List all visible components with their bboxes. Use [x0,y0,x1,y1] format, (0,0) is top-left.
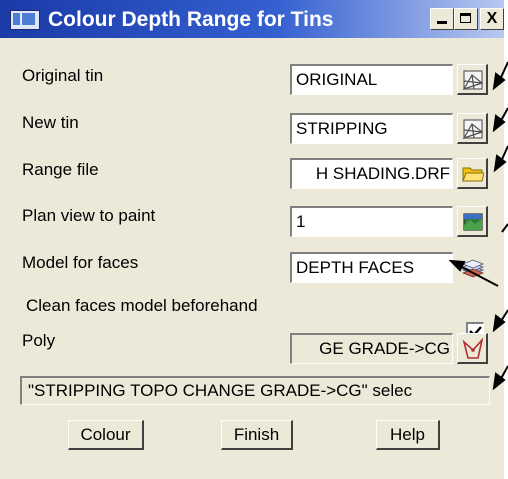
annotation-arrows [448,61,508,391]
